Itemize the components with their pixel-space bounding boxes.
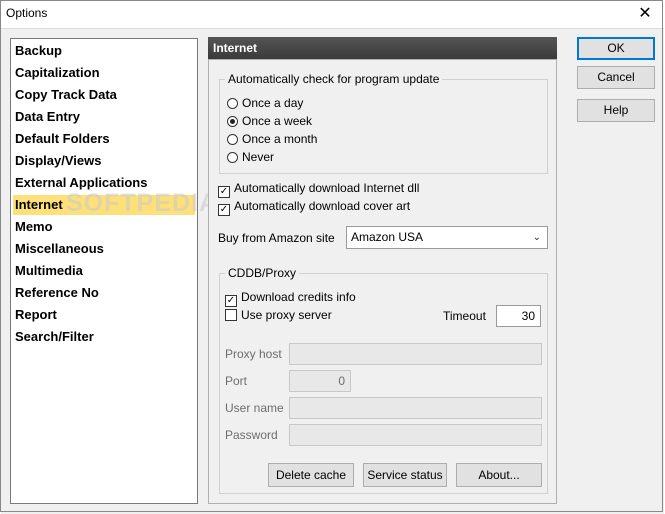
- download-credits-checkbox[interactable]: ✓ Download credits info: [225, 288, 356, 307]
- title-bar: Options ✕: [0, 0, 665, 28]
- category-item-reference-no[interactable]: Reference No: [13, 283, 195, 303]
- timeout-label: Timeout: [443, 309, 486, 323]
- category-item-default-folders[interactable]: Default Folders: [13, 129, 195, 149]
- category-item-external-applications[interactable]: External Applications: [13, 173, 195, 193]
- cddb-proxy-group: CDDB/Proxy ✓ Download credits info Use pr…: [219, 266, 548, 494]
- radio-label: Once a month: [242, 132, 318, 146]
- category-item-capitalization[interactable]: Capitalization: [13, 63, 195, 83]
- update-check-group-title: Automatically check for program update: [225, 72, 443, 86]
- download-internet-dll-checkbox[interactable]: ✓ Automatically download Internet dll: [218, 179, 420, 198]
- radio-icon[interactable]: [227, 134, 238, 145]
- delete-cache-button[interactable]: Delete cache: [268, 463, 354, 487]
- check-icon[interactable]: ✓: [218, 204, 230, 216]
- timeout-input[interactable]: 30: [496, 305, 541, 327]
- radio-icon[interactable]: [227, 152, 238, 163]
- proxy-host-label: Proxy host: [225, 347, 282, 361]
- checkbox-label: Use proxy server: [241, 308, 332, 322]
- checkbox-unchecked-icon[interactable]: [225, 309, 237, 321]
- use-proxy-checkbox[interactable]: Use proxy server: [225, 306, 332, 324]
- window-title: Options: [6, 6, 48, 20]
- category-item-search-filter[interactable]: Search/Filter: [13, 327, 195, 347]
- panel-header: Internet: [208, 37, 557, 59]
- radio-once-a-day[interactable]: Once a day: [227, 94, 303, 112]
- radio-never[interactable]: Never: [227, 148, 274, 166]
- category-item-report[interactable]: Report: [13, 305, 195, 325]
- checkbox-label: Automatically download cover art: [234, 199, 411, 213]
- port-input[interactable]: 0: [289, 370, 351, 392]
- radio-label: Never: [242, 150, 275, 164]
- amazon-site-select[interactable]: Amazon USA ⌄: [346, 226, 548, 249]
- user-name-label: User name: [225, 401, 284, 415]
- radio-selected-icon[interactable]: [227, 116, 238, 127]
- category-item-data-entry[interactable]: Data Entry: [13, 107, 195, 127]
- amazon-site-value: Amazon USA: [351, 230, 424, 244]
- chevron-down-icon[interactable]: ⌄: [533, 227, 541, 248]
- category-item-backup[interactable]: Backup: [13, 41, 195, 61]
- category-item-memo[interactable]: Memo: [13, 217, 195, 237]
- password-label: Password: [225, 428, 278, 442]
- radio-once-a-month[interactable]: Once a month: [227, 130, 317, 148]
- radio-label: Once a day: [242, 96, 304, 110]
- category-item-multimedia[interactable]: Multimedia: [13, 261, 195, 281]
- proxy-host-input[interactable]: [289, 343, 542, 365]
- download-cover-art-checkbox[interactable]: ✓ Automatically download cover art: [218, 197, 411, 216]
- cddb-proxy-group-title: CDDB/Proxy: [225, 266, 300, 280]
- category-list[interactable]: Backup Capitalization Copy Track Data Da…: [10, 38, 198, 504]
- password-input[interactable]: [289, 424, 542, 446]
- port-label: Port: [225, 374, 248, 388]
- update-check-group: Automatically check for program update O…: [219, 72, 548, 174]
- ok-button[interactable]: OK: [577, 37, 655, 60]
- category-item-display-views[interactable]: Display/Views: [13, 151, 195, 171]
- about-button[interactable]: About...: [456, 463, 542, 487]
- internet-panel: Automatically check for program update O…: [208, 59, 557, 504]
- category-item-miscellaneous[interactable]: Miscellaneous: [13, 239, 195, 259]
- help-button[interactable]: Help: [577, 99, 655, 122]
- checkbox-label: Automatically download Internet dll: [234, 181, 420, 195]
- category-item-copy-track-data[interactable]: Copy Track Data: [13, 85, 195, 105]
- amazon-site-label: Buy from Amazon site: [218, 231, 335, 245]
- category-item-internet[interactable]: Internet: [13, 195, 195, 215]
- user-name-input[interactable]: [289, 397, 542, 419]
- radio-once-a-week[interactable]: Once a week: [227, 112, 312, 130]
- checkbox-label: Download credits info: [241, 290, 356, 304]
- service-status-button[interactable]: Service status: [363, 463, 447, 487]
- radio-label: Once a week: [242, 114, 313, 128]
- close-icon[interactable]: ✕: [633, 3, 657, 25]
- cancel-button[interactable]: Cancel: [577, 66, 655, 89]
- radio-icon[interactable]: [227, 98, 238, 109]
